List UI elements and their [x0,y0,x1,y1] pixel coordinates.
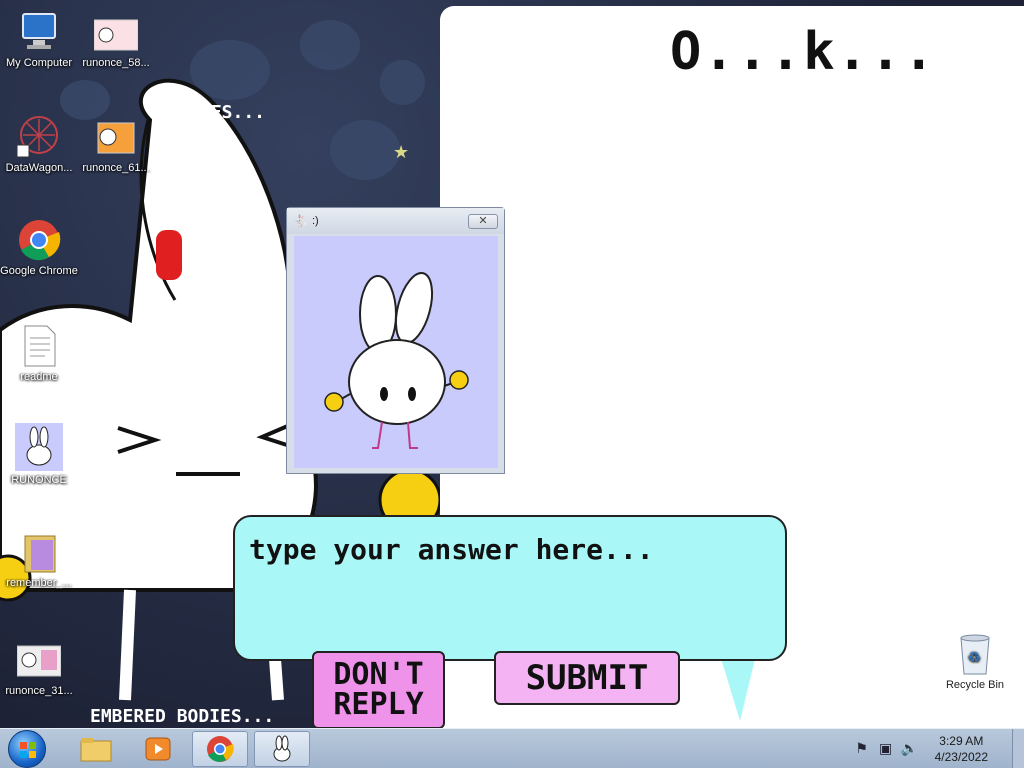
image-file-icon [93,10,139,54]
chrome-icon [207,735,234,762]
desktop-icon-label: runonce_61... [82,162,150,174]
desktop-icon-label: Recycle Bin [945,679,1005,691]
desktop-icon-recycle-bin[interactable]: ♻ Recycle Bin [936,632,1014,692]
speech-text: O...k... [670,22,937,82]
bunny-app-icon [15,423,63,471]
image-file-icon [16,638,62,682]
image-file-icon [94,115,138,159]
dont-reply-button[interactable]: DON'T REPLY [312,651,445,729]
chrome-icon [17,218,61,262]
dont-reply-line2: REPLY [333,687,424,722]
answer-bubble [233,515,787,661]
desktop-icon-google-chrome[interactable]: Google Chrome [0,218,78,278]
svg-text:★: ★ [393,142,409,163]
show-desktop-button[interactable] [1012,729,1024,768]
media-player-icon [145,737,171,760]
action-center-icon[interactable]: ⚑ [851,738,873,760]
answer-input[interactable] [249,527,769,571]
taskbar-media-player[interactable] [130,731,186,767]
text-file-icon [17,324,61,368]
taskbar-explorer[interactable] [68,731,124,767]
folder-icon [17,530,61,574]
desktop-icon-runonce[interactable]: RUNONCE [0,423,78,487]
desktop-icon-runonce-61[interactable]: runonce_61... [77,115,155,175]
desktop-icon-label: DataWagon... [5,162,73,174]
submit-label: SUBMIT [525,658,649,698]
desktop-icon-my-computer[interactable]: My Computer [0,10,78,70]
system-tray: ⚑ ▣ 🔈 3:29 AM 4/23/2022 [849,729,1024,768]
popup-titlebar[interactable]: 🐇 :) ✕ [287,208,504,234]
desktop-icon-label: Google Chrome [0,265,78,277]
desktop-icon-label: readme [20,371,58,383]
taskbar-chrome[interactable] [192,730,248,767]
svg-text:♻: ♻ [968,649,981,665]
datawagon-icon [16,115,61,159]
bunny-popup-window[interactable]: 🐇 :) ✕ [286,207,505,474]
desktop-icon-runonce-58[interactable]: runonce_58... [77,10,155,70]
desktop-icon-datawagon[interactable]: DataWagon... [0,115,78,175]
desktop-icon-label: My Computer [5,57,73,69]
desktop-icon-label: remember_... [6,577,72,589]
desktop-icon-label: runonce_31... [5,685,73,697]
desktop-icon-label: RUNONCE [11,474,67,486]
taskbar-runonce[interactable] [254,730,310,767]
close-icon: ✕ [478,214,488,227]
dont-reply-label: DON'T REPLY [333,660,423,720]
recycle-bin-icon: ♻ [953,632,997,676]
windows-logo-icon [20,741,36,758]
clock-date: 4/23/2022 [934,750,988,764]
bunny-app-icon [273,735,291,761]
submit-button[interactable]: SUBMIT [494,651,680,705]
clock-time: 3:29 AM [939,734,984,748]
volume-icon[interactable]: 🔈 [899,738,921,760]
bunny-title-icon: 🐇 [293,214,308,228]
taskbar: ⚑ ▣ 🔈 3:29 AM 4/23/2022 [0,728,1024,768]
clock[interactable]: 3:29 AM 4/23/2022 [935,733,988,765]
bunny-character-image [324,271,469,449]
desktop-icon-label: runonce_58... [82,57,150,69]
desktop-icon-readme[interactable]: readme [0,324,78,384]
close-button[interactable]: ✕ [468,213,498,229]
computer-icon [17,10,61,54]
network-icon[interactable]: ▣ [875,738,897,760]
svg-text:IES...: IES... [200,102,265,123]
popup-content [294,236,498,468]
popup-title: :) [311,215,319,227]
desktop-icon-remember[interactable]: remember_... [0,530,78,590]
svg-text:EMBERED BODIES...: EMBERED BODIES... [90,706,274,727]
speech-bubble-tail [720,655,756,721]
dont-reply-line1: DON'T [333,657,424,692]
start-button[interactable] [8,729,46,768]
desktop-icon-runonce-31[interactable]: runonce_31... [0,638,78,698]
folder-icon [80,737,112,761]
